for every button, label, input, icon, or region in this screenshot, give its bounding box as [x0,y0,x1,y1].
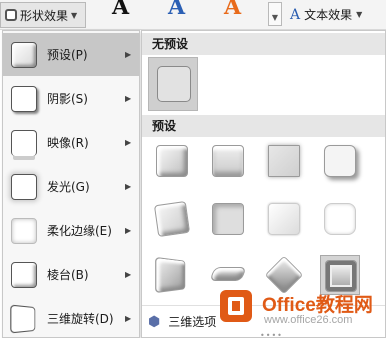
menu-item-label: 柔化边缘(E) [47,224,112,238]
soft-edges-icon [11,217,37,244]
preset-shape [212,203,244,235]
preset-option[interactable] [152,255,192,295]
3d-options-icon: ⬢ [148,313,161,330]
menu-item-preset[interactable]: 预设(P) ▶ [3,33,139,76]
preset-option[interactable] [320,141,360,181]
chevron-down-icon: ▼ [71,10,78,20]
shape-effects-menu: 预设(P) ▶ 阴影(S) ▶ 映像(R) ▶ 发光(G) ▶ 柔化边缘(E) … [2,30,140,338]
no-preset-shape [157,66,191,102]
no-preset-header: 无预设 [142,33,385,55]
preset-shape [324,203,356,235]
menu-item-soft-edges[interactable]: 柔化边缘(E) ▶ [3,209,139,252]
menu-item-glow[interactable]: 发光(G) ▶ [3,165,139,208]
shape-effects-button[interactable]: 形状效果 ▼ [0,2,86,28]
preset-option[interactable] [264,199,304,239]
preset-option[interactable] [152,199,192,239]
preset-shape [268,203,300,235]
no-preset-option[interactable] [148,57,198,111]
preset-option-selected[interactable] [320,255,360,295]
preset-option[interactable] [208,199,248,239]
preset-shape [155,256,186,294]
preset-shape [324,145,356,177]
menu-item-label: 三维旋转(D) [47,312,114,326]
office-logo-icon [220,290,252,322]
chevron-right-icon: ▶ [125,182,132,191]
chevron-right-icon: ▶ [125,94,132,103]
preset-option[interactable] [264,141,304,181]
chevron-right-icon: ▶ [125,314,132,323]
3d-options-label: 三维选项 [168,315,217,329]
resize-grip-icon[interactable]: •••• [260,331,283,338]
menu-item-reflection[interactable]: 映像(R) ▶ [3,121,139,164]
preset-option[interactable] [320,199,360,239]
chevron-right-icon: ▶ [125,138,132,147]
chevron-right-icon: ▶ [125,226,132,235]
chevron-right-icon: ▶ [125,50,132,59]
reflection-icon [11,129,37,156]
glow-icon [11,173,37,200]
preset-option[interactable] [264,255,304,295]
menu-item-label: 棱台(B) [47,268,89,282]
menu-item-label: 映像(R) [47,136,89,150]
preset-shape [209,267,247,281]
text-effects-button[interactable]: A 文本效果 ▼ [290,6,362,23]
preset-shape [212,145,244,177]
menu-item-label: 阴影(S) [47,92,88,106]
menu-item-label: 预设(P) [47,48,88,62]
text-effects-icon: A [290,6,301,23]
text-style-swatch[interactable]: A [168,0,185,20]
gallery-more-button[interactable]: ▼ [268,2,282,26]
preset-shape [325,260,357,292]
preset-shape [268,145,300,177]
watermark-url: www.office26.com [264,314,353,326]
shadow-icon [11,85,37,112]
shape-effects-label: 形状效果 [20,8,69,23]
bevel-icon [11,261,37,288]
preset-shape [156,145,188,177]
menu-item-bevel[interactable]: 棱台(B) ▶ [3,253,139,296]
text-effects-label: 文本效果 [304,8,353,22]
ribbon-bar: 形状效果 ▼ A A A ▼ A 文本效果 ▼ [0,0,386,30]
menu-item-3d-rotation[interactable]: 三维旋转(D) ▶ [3,297,139,338]
preset-shape [153,200,191,238]
shape-effects-icon [5,9,17,21]
text-style-swatch[interactable]: A [224,0,241,20]
watermark-title: Office教程网 [262,295,373,316]
3d-rotation-icon [10,304,36,333]
preset-option[interactable] [152,141,192,181]
menu-item-label: 发光(G) [47,180,90,194]
preset-option[interactable] [208,141,248,181]
chevron-down-icon: ▼ [356,10,363,19]
preset-header: 预设 [142,115,385,137]
preset-shape [264,255,304,295]
text-style-swatch[interactable]: A [112,0,129,20]
preset-icon [11,41,37,68]
chevron-right-icon: ▶ [125,270,132,279]
menu-item-shadow[interactable]: 阴影(S) ▶ [3,77,139,120]
